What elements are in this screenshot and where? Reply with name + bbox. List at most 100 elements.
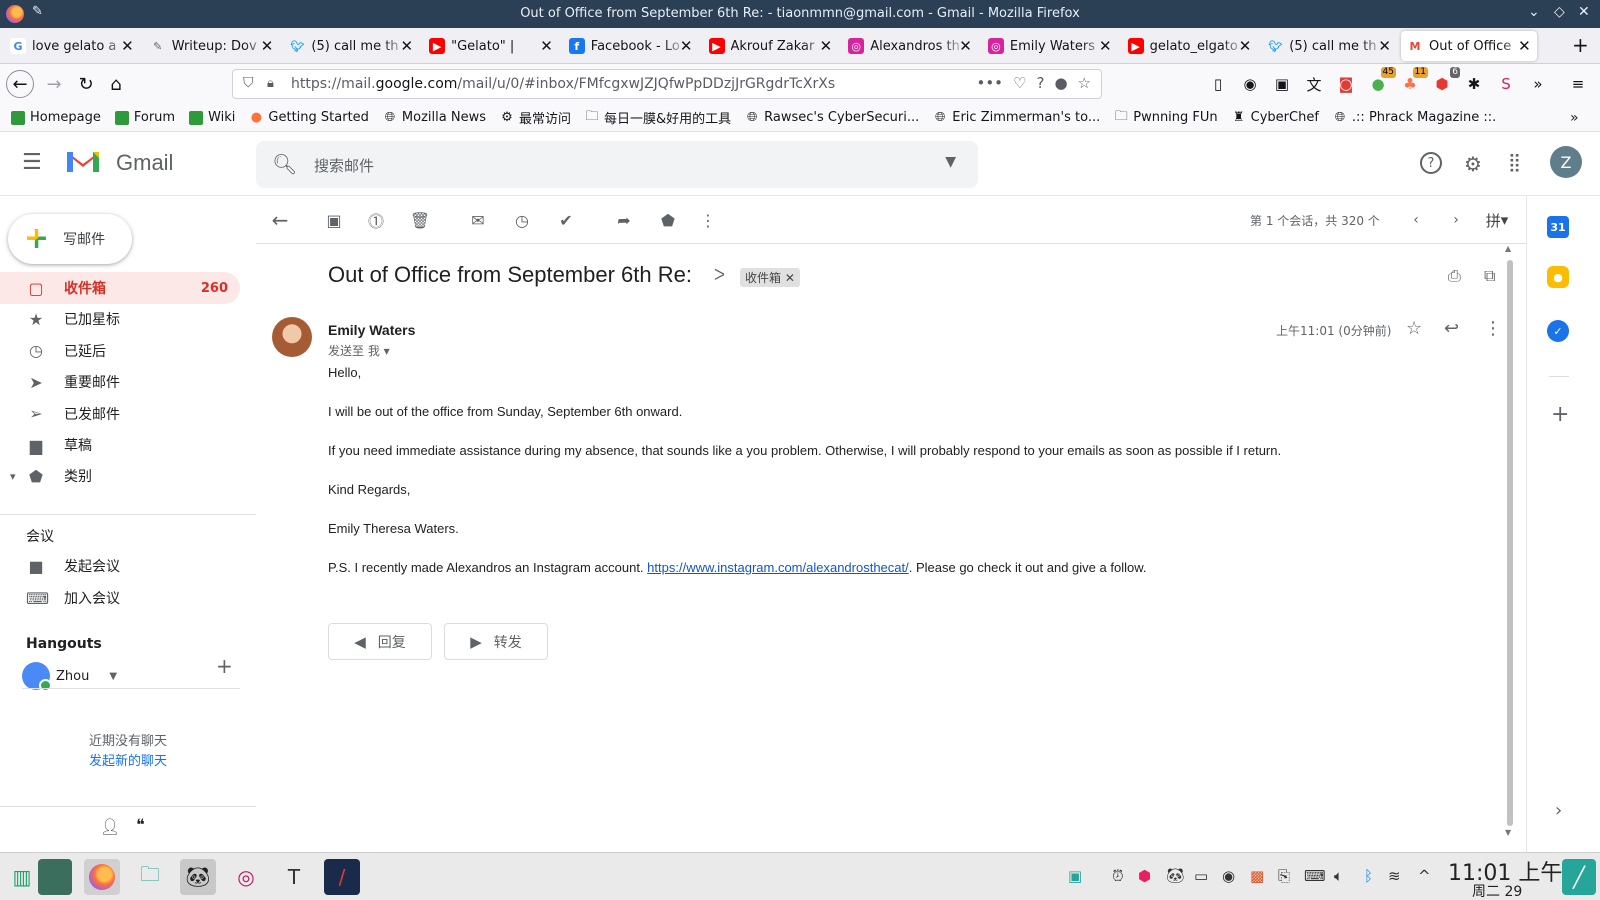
label-icon[interactable]: ⬟	[656, 208, 680, 232]
close-tab-icon[interactable]: ✕	[261, 37, 274, 55]
tray-bluetooth-icon[interactable]: ᛒ	[1364, 867, 1373, 885]
bookmark-item[interactable]: Homepage	[10, 110, 101, 126]
browser-tab[interactable]: ▶ Akrouf Zakar ✕	[703, 31, 839, 61]
open-new-window-icon[interactable]: ⧉	[1484, 266, 1495, 286]
screenshot-extension-icon[interactable]: ◙	[1336, 74, 1356, 94]
extension-a-icon[interactable]: ● 45	[1368, 67, 1396, 94]
maximize-icon[interactable]: ◇	[1554, 4, 1565, 20]
close-tab-icon[interactable]: ✕	[1239, 37, 1252, 55]
back-button[interactable]: ←	[6, 70, 34, 98]
close-tab-icon[interactable]: ✕	[401, 37, 414, 55]
translate-extension-icon[interactable]: 文	[1304, 74, 1324, 94]
hangouts-quote-icon[interactable]: ❝	[136, 815, 145, 834]
add-chat-icon[interactable]: +	[216, 654, 233, 678]
get-addons-plus-icon[interactable]: +	[1551, 402, 1569, 427]
print-icon[interactable]: ⎙	[1448, 266, 1461, 286]
close-tab-icon[interactable]: ✕	[1099, 37, 1112, 55]
browser-tab[interactable]: ▶ "Gelato" | ✕	[423, 31, 559, 61]
bookmarks-overflow-icon[interactable]: »	[1570, 110, 1586, 126]
older-chevron-right-icon[interactable]: ›	[1444, 208, 1468, 232]
importance-marker-icon[interactable]: ᐳ	[714, 266, 725, 284]
bookmark-item[interactable]: Forum	[114, 110, 175, 126]
url-bar[interactable]: ⛉ 🔒︎ https://mail.google.com/mail/u/0/#i…	[232, 69, 1102, 99]
meet-start-item[interactable]: ■ 发起会议	[0, 550, 240, 582]
reload-button[interactable]: ↻	[72, 70, 100, 98]
bookmark-item[interactable]: ● Getting Started	[248, 110, 369, 126]
bookmark-item[interactable]: Wiki	[188, 110, 235, 126]
reader-extension-icon[interactable]: ▣	[1272, 74, 1292, 94]
star-icon[interactable]: ☆	[1406, 318, 1422, 339]
browser-tab[interactable]: f Facebook - Lo ✕	[563, 31, 699, 61]
forward-button[interactable]: →	[40, 70, 68, 98]
nav-item-clock[interactable]: ◷ 已延后	[0, 335, 240, 367]
account-avatar[interactable]: Z	[1550, 146, 1582, 178]
contacts-person-icon[interactable]: 👤︎	[100, 817, 120, 836]
s-extension-icon[interactable]: S	[1496, 74, 1516, 94]
show-desktop-icon[interactable]: ╱	[1562, 859, 1596, 895]
overflow-menu-icon[interactable]: »	[1528, 74, 1548, 94]
bookmark-item[interactable]: 🌐︎ Mozilla News	[382, 110, 486, 126]
ublock-icon[interactable]: ⬢ 6	[1432, 67, 1460, 94]
add-task-icon[interactable]: ✔	[554, 208, 578, 232]
tray-java-icon[interactable]: ▩	[1250, 867, 1264, 885]
nav-item-inbox[interactable]: ▢ 收件箱 260	[0, 272, 240, 304]
browser-tab[interactable]: ◎ Alexandros th ✕	[842, 31, 978, 61]
expand-categories-icon[interactable]: ▾	[10, 470, 16, 483]
nav-item-label[interactable]: ⬟ 类别 ▾	[0, 460, 240, 492]
tray-clipboard-icon[interactable]: ⎘	[1278, 867, 1290, 885]
tray-panda-icon[interactable]: 🐼︎	[1166, 867, 1185, 885]
inbox-label-chip[interactable]: 收件箱 ✕	[740, 268, 800, 287]
keep-icon[interactable]: ●	[1547, 266, 1569, 288]
archive-icon[interactable]: ▣	[322, 208, 346, 232]
browser-tab[interactable]: ▶ gelato_elgato ✕	[1122, 31, 1258, 61]
extension-b-icon[interactable]: ♣ 11	[1400, 67, 1428, 94]
clock-date[interactable]: 周二 29	[1472, 881, 1522, 900]
tray-cube-icon[interactable]: ⬢	[1138, 867, 1151, 885]
move-to-icon[interactable]: ➦	[612, 208, 636, 232]
scroll-up-icon[interactable]: ▲	[1505, 244, 1511, 253]
nav-item-draft[interactable]: ▆ 草稿	[0, 429, 240, 461]
tray-keyboard-icon[interactable]: ⌨	[1304, 867, 1326, 885]
start-new-chat-link[interactable]: 发起新的聊天	[0, 750, 256, 769]
browser-tab[interactable]: 🐦︎ (5) call me th ✕	[283, 31, 419, 61]
browser-tab[interactable]: ✎ Writeup: Dov ✕	[144, 31, 280, 61]
tasks-icon[interactable]: ✓	[1547, 320, 1569, 342]
search-icon[interactable]: 🔍︎	[272, 152, 297, 176]
sidebar-toggle-icon[interactable]: ▯	[1208, 74, 1228, 94]
bookmark-item[interactable]: 🌐︎ .:: Phrack Magazine ::.	[1332, 110, 1497, 126]
lock-icon[interactable]: 🔒︎	[267, 76, 274, 91]
compose-button[interactable]: + 写邮件	[8, 214, 132, 264]
new-tab-button[interactable]: +	[1572, 33, 1589, 57]
bookmark-item[interactable]: 🌐︎ Eric Zimmerman's to...	[932, 110, 1100, 126]
expand-panel-chevron-icon[interactable]: ›	[1555, 800, 1562, 821]
tracking-shield-icon[interactable]: ⛉	[243, 75, 254, 91]
account-icon[interactable]: ◉	[1240, 74, 1260, 94]
minimize-icon[interactable]: ⌄	[1528, 4, 1540, 20]
input-tools-button[interactable]: 拼 ▾	[1478, 208, 1516, 232]
gmail-wordmark[interactable]: Gmail	[116, 150, 173, 176]
search-bar[interactable]: 🔍︎ 搜索邮件 ▼	[256, 141, 978, 188]
scrollbar[interactable]: ▲ ▼	[1504, 244, 1516, 837]
workspace-switcher-icon[interactable]	[38, 859, 72, 895]
instagram-link[interactable]: https://www.instagram.com/alexandrosthec…	[647, 560, 909, 575]
bookmark-item[interactable]: 🗀 每日一膜&好用的工具	[584, 108, 731, 128]
search-options-icon[interactable]: ▼	[945, 154, 956, 170]
back-to-inbox-icon[interactable]: ←	[268, 208, 292, 232]
page-actions-icon[interactable]: •••	[976, 74, 1003, 92]
extension-globe-icon[interactable]: ●	[1054, 74, 1067, 92]
scroll-down-icon[interactable]: ▼	[1505, 828, 1511, 837]
recipient-details[interactable]: 发送至 我 ▾	[328, 342, 390, 359]
bookmark-item[interactable]: ♜ CyberChef	[1231, 110, 1319, 126]
tray-terminal-icon[interactable]: ▭	[1194, 867, 1208, 885]
close-tab-icon[interactable]: ✕	[121, 37, 134, 55]
home-button[interactable]: ⌂	[102, 70, 130, 98]
close-tab-icon[interactable]: ✕	[1518, 37, 1531, 55]
close-tab-icon[interactable]: ✕	[1378, 37, 1391, 55]
terminal-app-icon[interactable]: /	[324, 859, 360, 895]
tray-alarm-icon[interactable]: ⏰︎	[1112, 867, 1124, 885]
gmail-logo-icon[interactable]	[64, 146, 102, 174]
bookmark-star-icon[interactable]: ☆	[1078, 74, 1091, 92]
browser-tab[interactable]: 🐦︎ (5) call me th ✕	[1261, 31, 1397, 61]
mark-unread-icon[interactable]: ✉	[466, 208, 490, 232]
nav-item-star[interactable]: ★ 已加星标	[0, 303, 240, 335]
